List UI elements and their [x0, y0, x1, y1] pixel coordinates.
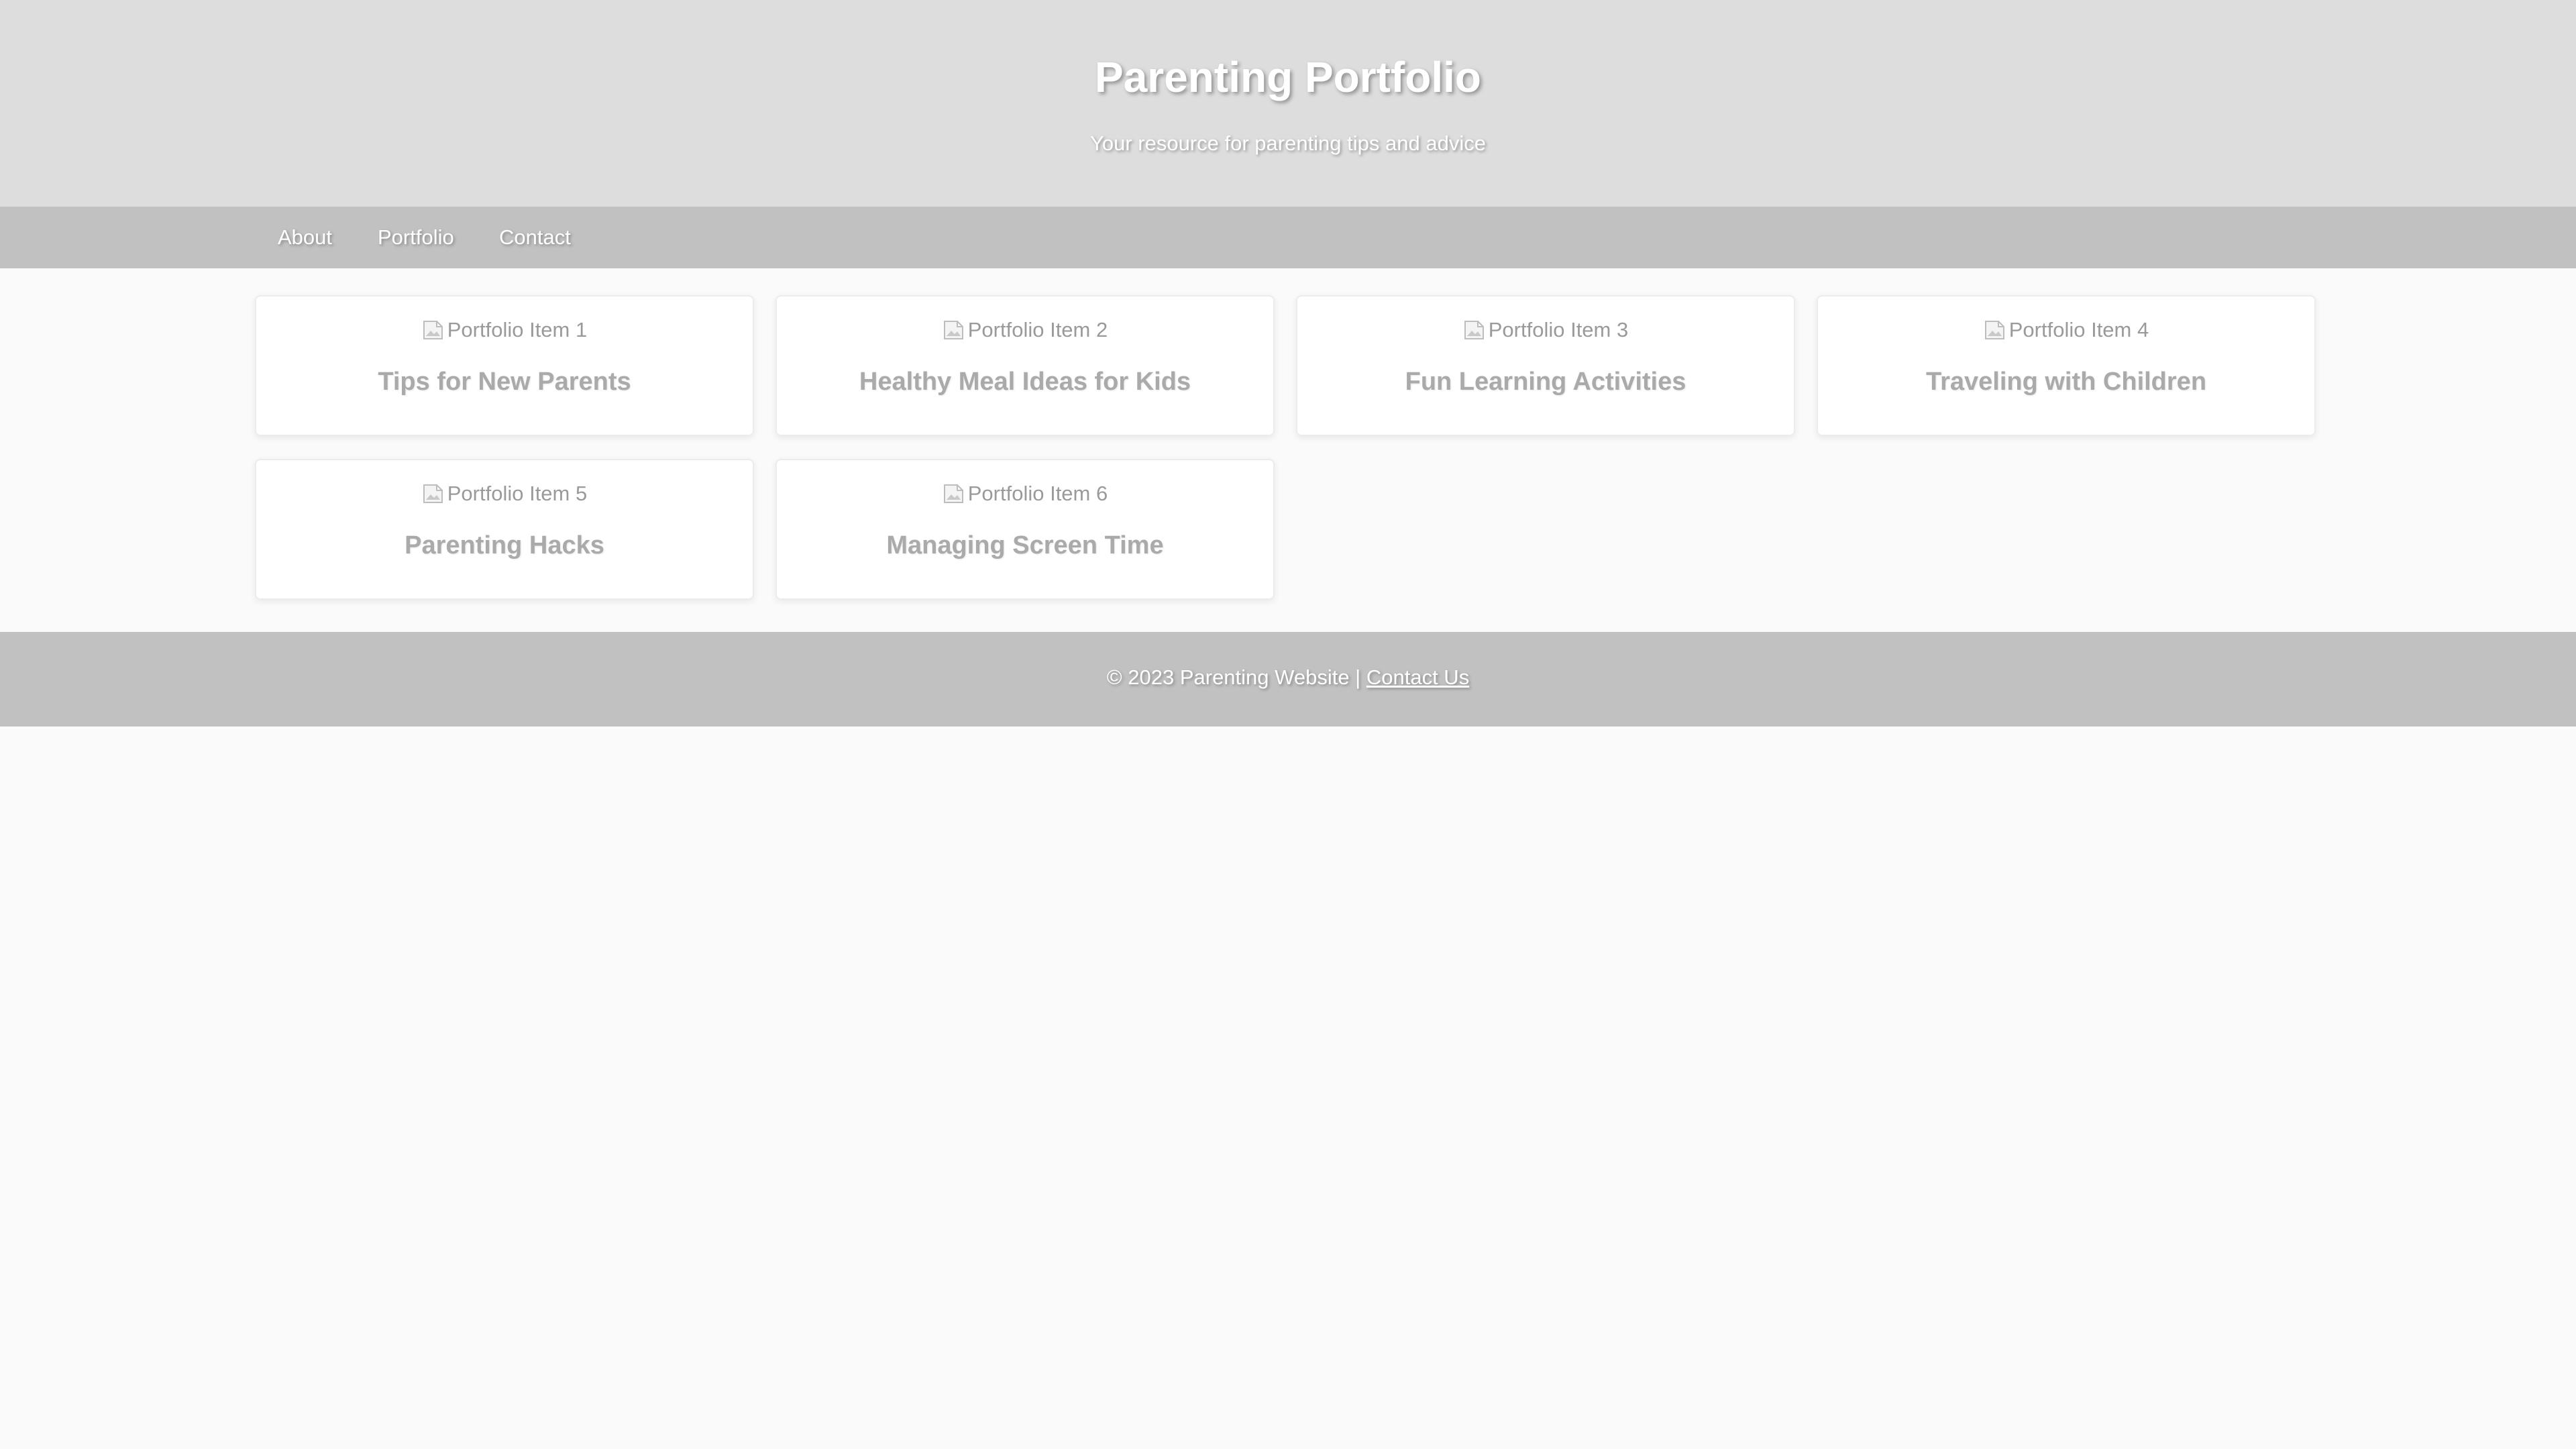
portfolio-image: Portfolio Item 4: [1818, 317, 2314, 343]
nav-link-portfolio[interactable]: Portfolio: [378, 225, 454, 250]
portfolio-title: Parenting Hacks: [405, 531, 604, 559]
portfolio-image: Portfolio Item 6: [777, 480, 1273, 507]
portfolio-card[interactable]: Portfolio Item 2 Healthy Meal Ideas for …: [775, 295, 1275, 436]
portfolio-image-alt: Portfolio Item 5: [447, 482, 588, 505]
portfolio-title: Tips for New Parents: [378, 368, 631, 396]
portfolio-image-alt: Portfolio Item 3: [1488, 318, 1629, 341]
portfolio-image-alt: Portfolio Item 4: [2008, 318, 2149, 341]
nav-bar: About Portfolio Contact: [0, 207, 2576, 268]
portfolio-image-alt: Portfolio Item 1: [447, 318, 588, 341]
portfolio-card[interactable]: Portfolio Item 1 Tips for New Parents: [255, 295, 754, 436]
footer-line: © 2023 Parenting Website | Contact Us: [0, 665, 2576, 690]
portfolio-title: Fun Learning Activities: [1405, 368, 1686, 396]
nav-link-contact[interactable]: Contact: [499, 225, 571, 250]
portfolio-title: Healthy Meal Ideas for Kids: [859, 368, 1191, 396]
broken-image-icon: [423, 321, 443, 339]
broken-image-icon: [423, 484, 443, 503]
portfolio-card[interactable]: Portfolio Item 6 Managing Screen Time: [775, 459, 1275, 600]
portfolio-image-alt: Portfolio Item 6: [967, 482, 1108, 505]
footer-contact-link[interactable]: Contact Us: [1366, 665, 1469, 689]
site-title: Parenting Portfolio: [1095, 53, 1481, 101]
portfolio-title: Traveling with Children: [1925, 368, 2207, 396]
nav-link-about[interactable]: About: [278, 225, 332, 250]
site-header: Parenting Portfolio Your resource for pa…: [0, 0, 2576, 207]
portfolio-title: Managing Screen Time: [886, 531, 1164, 559]
portfolio-image-alt: Portfolio Item 2: [967, 318, 1108, 341]
footer-copyright: © 2023 Parenting Website |: [1106, 665, 1361, 689]
broken-image-icon: [943, 321, 963, 339]
site-subtitle: Your resource for parenting tips and adv…: [1090, 131, 1486, 155]
broken-image-icon: [1464, 321, 1484, 339]
site-footer: © 2023 Parenting Website | Contact Us: [0, 632, 2576, 727]
portfolio-image: Portfolio Item 2: [777, 317, 1273, 343]
portfolio-image: Portfolio Item 3: [1297, 317, 1794, 343]
broken-image-icon: [1984, 321, 2004, 339]
portfolio-card[interactable]: Portfolio Item 4 Traveling with Children: [1817, 295, 2316, 436]
portfolio-image: Portfolio Item 1: [256, 317, 753, 343]
portfolio-card[interactable]: Portfolio Item 5 Parenting Hacks: [255, 459, 754, 600]
portfolio-card[interactable]: Portfolio Item 3 Fun Learning Activities: [1296, 295, 1795, 436]
broken-image-icon: [943, 484, 963, 503]
portfolio-image: Portfolio Item 5: [256, 480, 753, 507]
